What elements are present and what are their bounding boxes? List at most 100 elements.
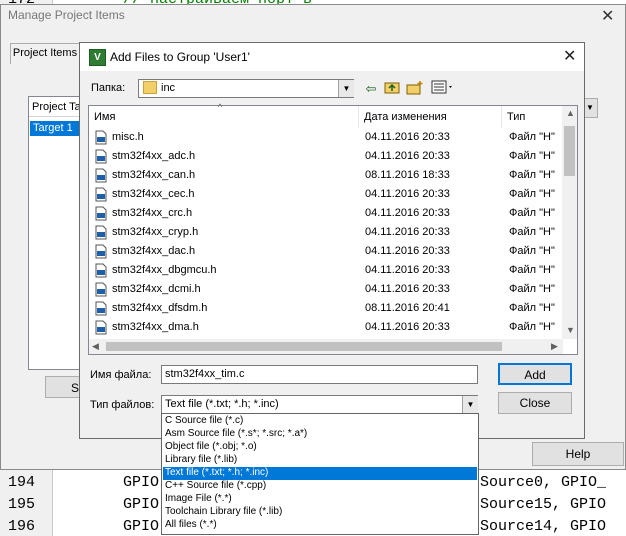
filetype-option[interactable]: C++ Source file (*.cpp) (163, 480, 477, 493)
table-row[interactable]: stm32f4xx_can.h 08.11.2016 18:33 Файл "H" (89, 167, 563, 186)
filetype-option[interactable]: Object file (*.obj; *.o) (163, 441, 477, 454)
table-row[interactable]: stm32f4xx_dcmi.h 04.11.2016 20:33 Файл "H" (89, 281, 563, 300)
folder-label: Папка: (91, 82, 126, 94)
close-icon[interactable]: ✕ (601, 6, 614, 26)
file-type: Файл "H" (509, 131, 555, 143)
header-file-icon (95, 282, 107, 297)
scroll-right-icon[interactable]: ▶ (551, 341, 558, 352)
scroll-up-icon[interactable]: ▲ (566, 108, 575, 118)
file-type: Файл "H" (509, 169, 555, 181)
keil-logo-icon: V (89, 49, 106, 66)
filetype-option[interactable]: C Source file (*.c) (163, 415, 477, 428)
code-line-tail: Source14, GPIO (480, 518, 607, 535)
file-name: stm32f4xx_can.h (112, 169, 196, 181)
filetype-label: Тип файлов: (90, 399, 155, 411)
file-type: Файл "H" (509, 188, 555, 200)
folder-icon (143, 81, 157, 94)
file-type: Файл "H" (509, 264, 555, 276)
code-line-tail: Source0, GPIO_ (480, 474, 607, 491)
header-file-icon (95, 225, 107, 240)
file-type: Файл "H" (509, 150, 555, 162)
manage-dialog-title: Manage Project Items (8, 8, 125, 22)
file-name: stm32f4xx_crc.h (112, 207, 193, 219)
table-row[interactable]: stm32f4xx_cryp.h 04.11.2016 20:33 Файл "H" (89, 224, 563, 243)
header-file-icon (95, 149, 107, 164)
file-type: Файл "H" (509, 245, 555, 257)
up-folder-icon[interactable] (383, 80, 401, 97)
file-name: stm32f4xx_dcmi.h (112, 283, 201, 295)
file-date: 04.11.2016 20:33 (365, 150, 450, 162)
header-file-icon (95, 130, 107, 145)
file-name: stm32f4xx_dbgmcu.h (112, 264, 217, 276)
file-date: 04.11.2016 20:33 (365, 226, 450, 238)
file-type: Файл "H" (509, 283, 555, 295)
column-header-type[interactable]: Тип (502, 106, 563, 128)
file-date: 04.11.2016 20:33 (365, 245, 450, 257)
table-row[interactable]: stm32f4xx_crc.h 04.11.2016 20:33 Файл "H" (89, 205, 563, 224)
chevron-down-icon[interactable]: ▼ (338, 80, 354, 97)
code-line: GPIO (123, 474, 160, 491)
table-row[interactable]: stm32f4xx_adc.h 04.11.2016 20:33 Файл "H" (89, 148, 563, 167)
header-file-icon (95, 187, 107, 202)
table-row[interactable]: stm32f4xx_dfsdm.h 08.11.2016 20:41 Файл "H… (89, 300, 563, 319)
column-header-name[interactable]: Имя (89, 106, 359, 128)
scroll-left-icon[interactable]: ◀ (92, 341, 99, 352)
file-type: Файл "H" (509, 207, 555, 219)
header-file-icon (95, 244, 107, 259)
project-targets-header: Project Ta (29, 97, 84, 117)
file-name: stm32f4xx_dfsdm.h (112, 302, 208, 314)
header-file-icon (95, 168, 107, 183)
close-button[interactable]: Close (498, 392, 572, 414)
file-name: stm32f4xx_dac.h (112, 245, 196, 257)
help-button[interactable]: Help (532, 442, 624, 466)
code-line: GPIO (123, 496, 160, 513)
code-line: GPIO (123, 518, 160, 535)
file-name: stm32f4xx_cec.h (112, 188, 195, 200)
filetype-option[interactable]: All files (*.*) (163, 519, 477, 532)
table-row[interactable]: stm32f4xx_cec.h 04.11.2016 20:33 Файл "H" (89, 186, 563, 205)
filename-label: Имя файла: (90, 369, 152, 381)
target-item[interactable]: Target 1 (30, 121, 83, 136)
back-arrow-icon[interactable]: ⇦ (362, 80, 380, 97)
horizontal-scrollbar-thumb[interactable] (106, 342, 502, 351)
scroll-down-icon[interactable]: ▼ (566, 325, 575, 335)
filetype-dropdown-list[interactable]: C Source file (*.c) Asm Source file (*.s*… (161, 413, 479, 535)
line-number: 195 (8, 496, 36, 513)
filetype-option[interactable]: Toolchain Library file (*.lib) (163, 506, 477, 519)
file-date: 08.11.2016 18:33 (365, 169, 450, 181)
file-date: 08.11.2016 20:41 (365, 302, 450, 314)
file-name: stm32f4xx_dma.h (112, 321, 199, 333)
filename-input[interactable]: stm32f4xx_tim.c (161, 365, 478, 384)
table-row[interactable]: stm32f4xx_dbgmcu.h 04.11.2016 20:33 Файл "… (89, 262, 563, 281)
filetype-option[interactable]: Library file (*.lib) (163, 454, 477, 467)
file-date: 04.11.2016 20:33 (365, 188, 450, 200)
file-name: stm32f4xx_cryp.h (112, 226, 199, 238)
file-type: Файл "H" (509, 226, 555, 238)
table-row[interactable]: misc.h 04.11.2016 20:33 Файл "H" (89, 129, 563, 148)
tab-project-items[interactable]: Project Items (10, 43, 80, 64)
file-date: 04.11.2016 20:33 (365, 264, 450, 276)
table-row[interactable]: stm32f4xx_dac.h 04.11.2016 20:33 Файл "H" (89, 243, 563, 262)
file-name: misc.h (112, 131, 144, 143)
vertical-scrollbar-thumb[interactable] (564, 126, 575, 176)
add-button[interactable]: Add (498, 363, 572, 385)
chevron-down-icon[interactable]: ▼ (462, 396, 478, 413)
filetype-option[interactable]: Image File (*.*) (163, 493, 477, 506)
table-row[interactable]: stm32f4xx_dma.h 04.11.2016 20:33 Файл "H" (89, 319, 563, 338)
new-folder-icon[interactable] (406, 80, 424, 97)
header-file-icon (95, 263, 107, 278)
file-type: Файл "H" (509, 321, 555, 333)
line-number: 194 (8, 474, 36, 491)
filetype-select[interactable]: Text file (*.txt; *.h; *.inc) (161, 395, 478, 414)
filetype-option[interactable]: Asm Source file (*.s*; *.src; *.a*) (163, 428, 477, 441)
file-type: Файл "H" (509, 302, 555, 314)
add-files-dialog-title: Add Files to Group 'User1' (110, 50, 250, 64)
header-file-icon (95, 320, 107, 335)
filetype-option[interactable]: Text file (*.txt; *.h; *.inc) (163, 467, 477, 480)
file-date: 04.11.2016 20:33 (365, 321, 450, 333)
close-icon[interactable]: ✕ (563, 46, 576, 66)
file-date: 04.11.2016 20:33 (365, 131, 450, 143)
folder-value: inc (161, 82, 176, 94)
column-header-date[interactable]: Дата изменения (359, 106, 502, 128)
view-menu-icon[interactable] (430, 80, 456, 97)
